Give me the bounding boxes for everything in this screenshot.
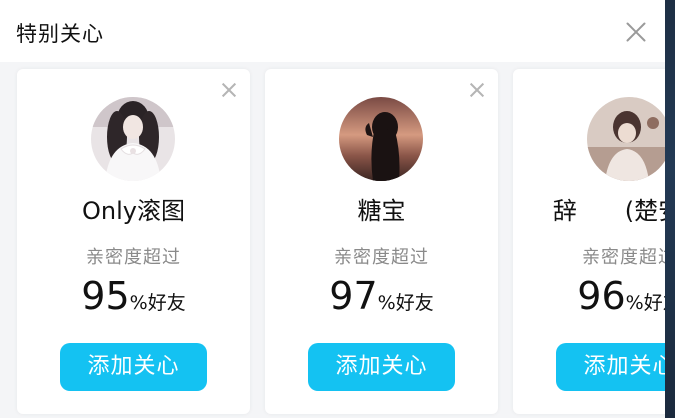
avatar (587, 97, 665, 181)
avatar (91, 97, 175, 181)
friend-card: 糖宝 亲密度超过 97%好友 添加关心 (265, 69, 498, 414)
avatar (339, 97, 423, 181)
friend-card: Only滚图 亲密度超过 95%好友 添加关心 (17, 69, 250, 414)
affinity-label: 亲密度超过 (582, 247, 665, 268)
friend-name: 辞 (楚安年 (552, 197, 665, 225)
percent-value: 95 (81, 274, 130, 318)
percent-value: 97 (329, 274, 378, 318)
special-care-screen: 特别关心 Only滚图 亲密度超过 95%好友 添加关心 糖宝 亲密度超过 97… (0, 0, 675, 418)
affinity-percent: 95%好友 (17, 274, 250, 318)
percent-suffix: %好友 (625, 292, 665, 314)
friend-name: Only滚图 (82, 197, 185, 225)
affinity-label: 亲密度超过 (334, 247, 429, 268)
friend-name: 糖宝 (357, 197, 406, 225)
add-care-button[interactable]: 添加关心 (308, 343, 455, 391)
avatar-image (587, 97, 665, 181)
percent-suffix: %好友 (129, 292, 186, 314)
page-title: 特别关心 (16, 22, 104, 46)
affinity-label: 亲密度超过 (86, 247, 181, 268)
avatar-image (91, 97, 175, 181)
close-icon[interactable] (621, 17, 651, 47)
percent-suffix: %好友 (377, 292, 434, 314)
dismiss-card-icon[interactable] (468, 81, 486, 99)
avatar-image (339, 97, 423, 181)
add-care-button[interactable]: 添加关心 (556, 343, 665, 391)
affinity-percent: 96%好友 (513, 274, 665, 318)
affinity-percent: 97%好友 (265, 274, 498, 318)
panel-header: 特别关心 (0, 0, 665, 62)
dismiss-card-icon[interactable] (220, 81, 238, 99)
recommendation-cards: Only滚图 亲密度超过 95%好友 添加关心 糖宝 亲密度超过 97%好友 添… (0, 62, 665, 418)
add-care-button[interactable]: 添加关心 (60, 343, 207, 391)
friend-card: 辞 (楚安年 亲密度超过 96%好友 添加关心 (513, 69, 665, 414)
special-care-panel: 特别关心 Only滚图 亲密度超过 95%好友 添加关心 糖宝 亲密度超过 97… (0, 0, 665, 418)
percent-value: 96 (577, 274, 626, 318)
